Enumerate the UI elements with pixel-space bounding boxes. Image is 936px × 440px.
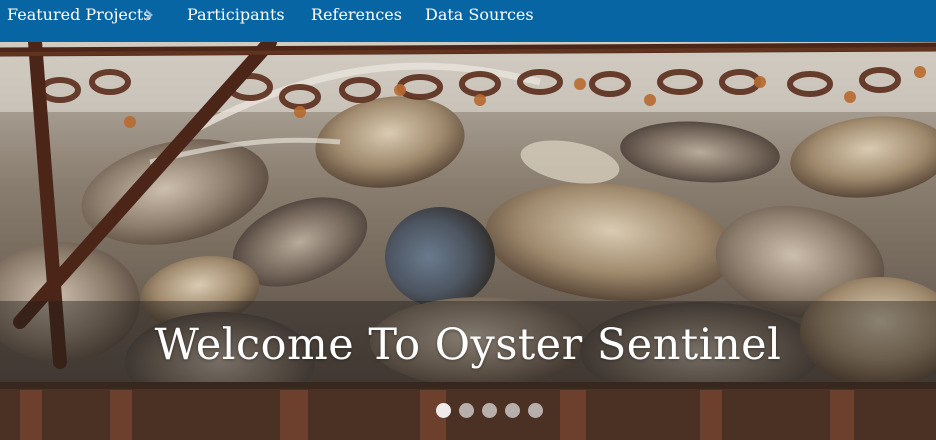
nav-item-data-sources[interactable]: Data Sources [425,0,534,30]
hero-caption: Welcome To Oyster Sentinel [154,320,782,370]
hero-carousel: Welcome To Oyster Sentinel [0,42,936,440]
carousel-dot-3[interactable] [482,403,497,418]
nav-item-participants[interactable]: Participants [187,0,285,30]
carousel-dot-5[interactable] [528,403,543,418]
nav-item-references[interactable]: References [311,0,402,30]
carousel-dot-1[interactable] [436,403,451,418]
carousel-indicators [436,403,551,419]
nav-item-featured-projects[interactable]: Featured Projects [7,0,152,30]
chevron-right-icon[interactable] [143,8,157,22]
top-navbar: Featured Projects Participants Reference… [0,0,936,42]
carousel-dot-2[interactable] [459,403,474,418]
carousel-dot-4[interactable] [505,403,520,418]
